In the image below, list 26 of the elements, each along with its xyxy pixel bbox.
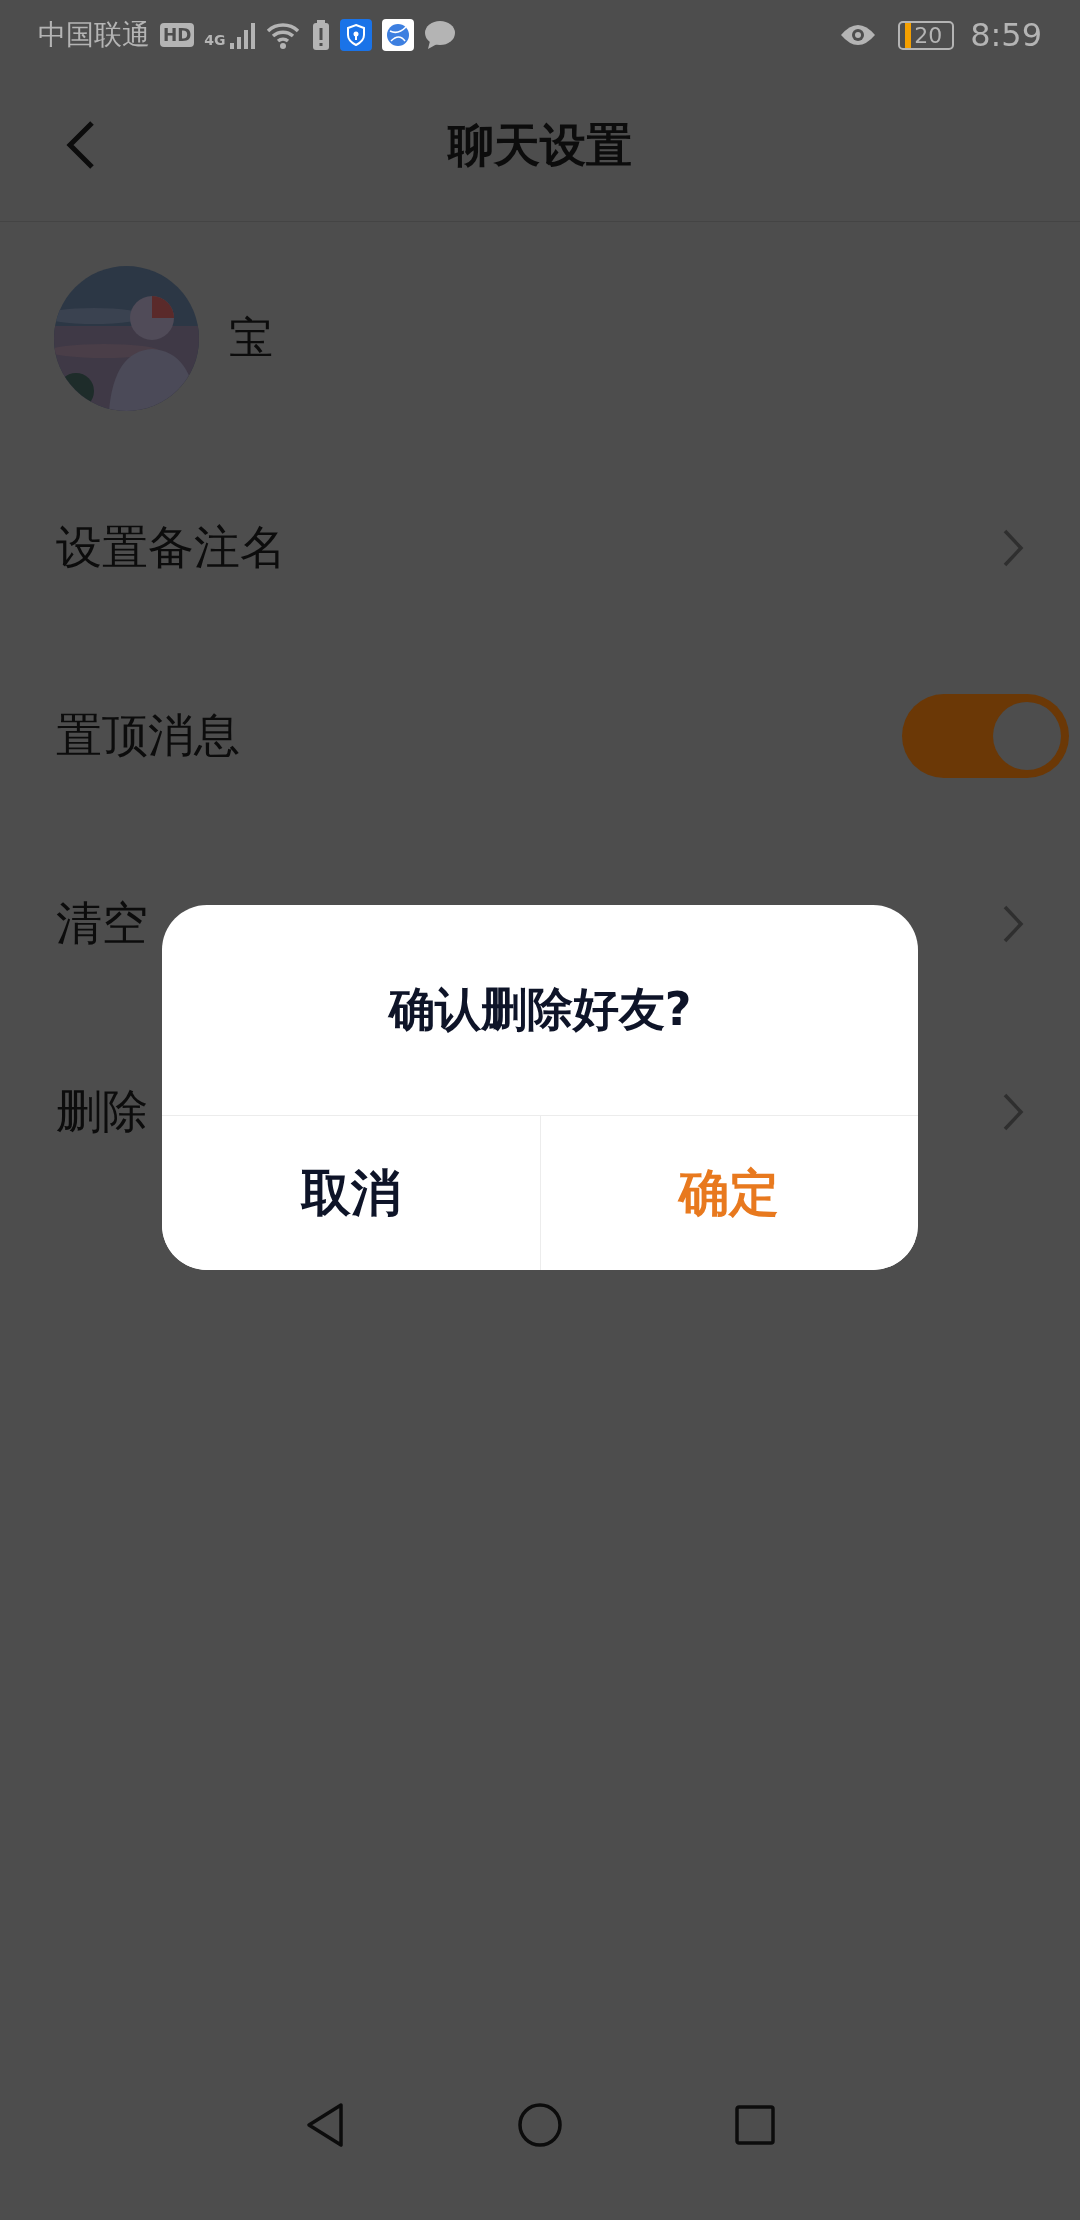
signal-icon (229, 21, 256, 49)
battery-alert-icon (311, 20, 330, 50)
chevron-right-icon[interactable] (1002, 1092, 1024, 1132)
chevron-right-icon[interactable] (1002, 528, 1024, 568)
battery-indicator: 20 (898, 20, 955, 50)
contact-name: 宝 (229, 311, 273, 365)
chat-bubble-icon (423, 20, 456, 50)
setting-label: 删除 (56, 1083, 148, 1140)
wifi-icon (265, 20, 302, 50)
recents-nav-icon[interactable] (735, 2105, 775, 2145)
back-icon[interactable] (66, 120, 96, 170)
hd-badge: HD (160, 23, 195, 47)
setting-label: 设置备注名 (56, 519, 286, 576)
chevron-right-icon[interactable] (1002, 904, 1024, 944)
page-title: 聊天设置 (448, 116, 632, 174)
home-nav-icon[interactable] (518, 2103, 562, 2147)
carrier-name: 中国联通 (38, 17, 150, 53)
clock-time: 8:59 (970, 16, 1042, 54)
cancel-button[interactable]: 取消 (162, 1116, 541, 1270)
network-type: 4G (204, 32, 226, 48)
setting-label: 清空 (56, 895, 148, 952)
back-nav-icon[interactable] (305, 2102, 345, 2148)
globe-app-icon (381, 19, 414, 51)
shield-app-icon (339, 19, 372, 51)
eye-icon (840, 23, 877, 47)
setting-label: 置顶消息 (56, 707, 240, 764)
